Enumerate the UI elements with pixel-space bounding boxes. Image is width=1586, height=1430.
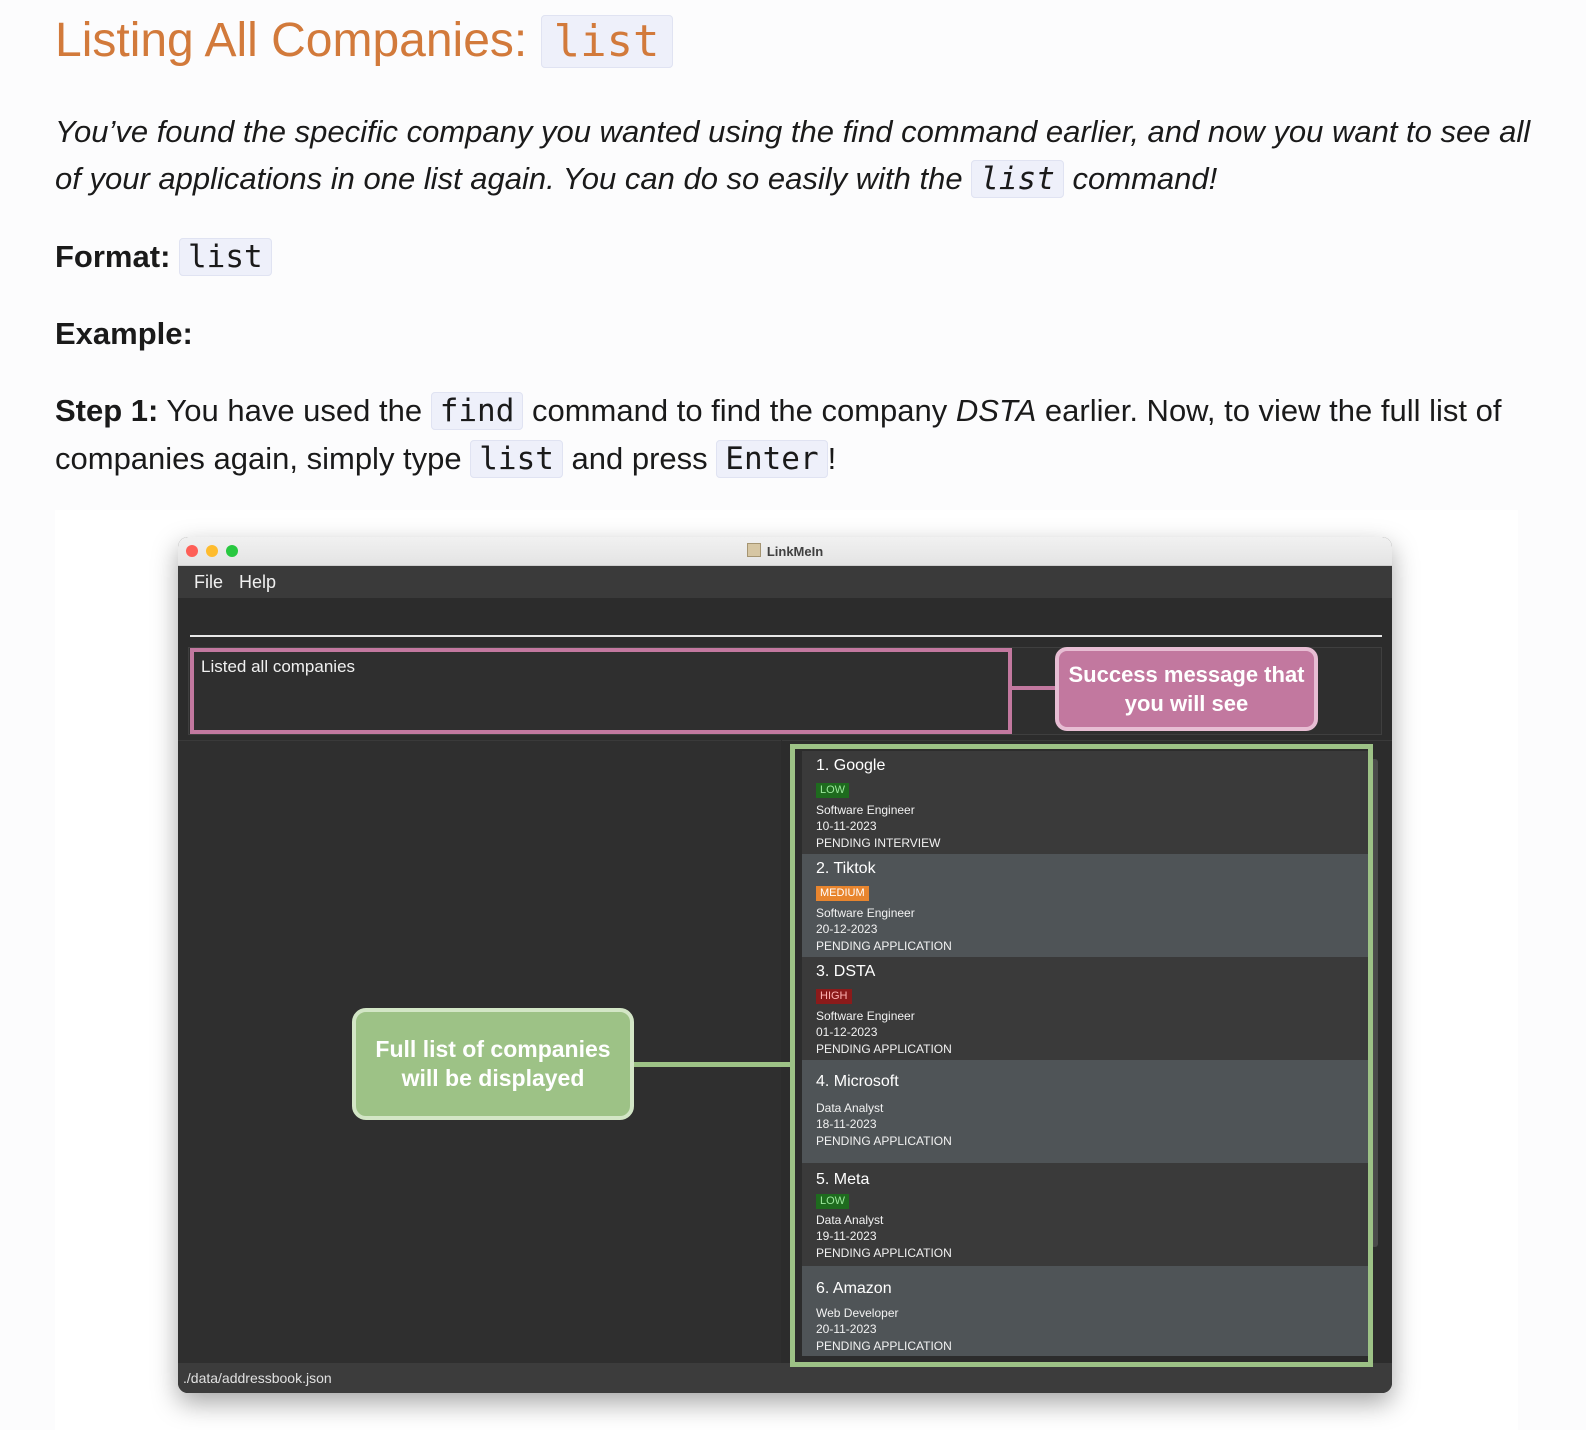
list-callout-text: Full list of companies will be displayed [375,1036,611,1091]
success-callout: Success message that you will see [1055,647,1318,731]
title-bar: LinkMeIn [178,537,1392,566]
step-1-text-5: ! [827,441,837,476]
menu-help[interactable]: Help [239,572,276,593]
step-1-label: Step 1: [55,393,159,428]
page-title: Listing All Companies: list [55,8,673,75]
format-code: list [179,238,272,276]
list-callout-connector [632,1062,792,1067]
step-1-text-4: and press [562,441,717,476]
window-title: LinkMeIn [178,543,1392,559]
status-bar: ./data/addressbook.json [178,1363,1392,1393]
step-1-company: DSTA [955,393,1037,428]
step-1-code-find: find [430,392,524,430]
status-bar-file-path: ./data/addressbook.json [183,1370,332,1386]
step-1-code-enter: Enter [716,440,828,478]
list-highlight-box [790,744,1373,1367]
command-input-underline [190,635,1382,637]
command-box[interactable] [178,598,1392,644]
success-callout-connector [1008,686,1056,690]
intro-text-after: command! [1063,161,1218,196]
title-code-list: list [540,15,673,68]
format-label: Format: [55,239,171,274]
success-callout-text: Success message that you will see [1068,662,1305,716]
page-title-text: Listing All Companies: [55,14,541,67]
step-1-text-1: You have used the [158,393,431,428]
intro-code-list: list [971,160,1064,198]
format-line: Format: list [55,233,272,281]
step-1-code-list: list [470,440,563,478]
list-callout: Full list of companies will be displayed [352,1008,634,1120]
step-1-paragraph: Step 1: You have used the find command t… [55,387,1555,483]
example-label: Example: [55,316,193,351]
app-screenshot: LinkMeIn File Help Listed all companies … [55,510,1518,1430]
intro-text-before: You’ve found the specific company you wa… [55,114,1531,196]
menu-bar: File Help [178,566,1392,598]
menu-file[interactable]: File [194,572,223,593]
window-title-text: LinkMeIn [766,544,824,559]
intro-paragraph: You’ve found the specific company you wa… [55,108,1545,203]
result-highlight-box [190,648,1012,734]
app-icon [746,543,761,557]
step-1-text-2: command to find the company [523,393,956,428]
